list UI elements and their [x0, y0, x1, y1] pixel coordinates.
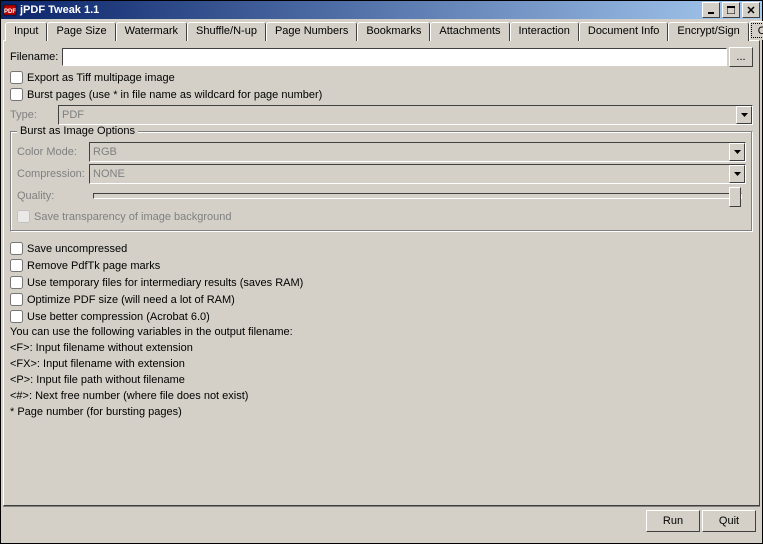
remove-pdftk-checkbox[interactable]: Remove PdfTk page marks — [10, 259, 753, 272]
compression-label: Compression: — [17, 168, 89, 180]
export-tiff-label: Export as Tiff multipage image — [27, 72, 175, 84]
filename-input[interactable] — [62, 48, 727, 66]
client-area: Input Page Size Watermark Shuffle/N-up P… — [1, 19, 762, 543]
type-select[interactable]: PDF — [58, 105, 753, 125]
compression-value: NONE — [93, 168, 125, 180]
export-tiff-checkbox[interactable]: Export as Tiff multipage image — [10, 71, 753, 84]
maximize-button[interactable] — [722, 2, 740, 18]
color-mode-row: Color Mode: RGB — [17, 142, 746, 162]
tab-input[interactable]: Input — [5, 22, 47, 41]
color-mode-select[interactable]: RGB — [89, 142, 746, 162]
burst-pages-label: Burst pages (use * in file name as wildc… — [27, 89, 322, 101]
minimize-button[interactable] — [702, 2, 720, 18]
browse-button[interactable]: ... — [729, 47, 753, 67]
tab-strip: Input Page Size Watermark Shuffle/N-up P… — [3, 21, 760, 40]
compression-select[interactable]: NONE — [89, 164, 746, 184]
type-row: Type: PDF — [10, 105, 753, 125]
titlebar: PDF jPDF Tweak 1.1 — [1, 1, 762, 19]
quit-button[interactable]: Quit — [702, 510, 756, 532]
save-transparency-label: Save transparency of image background — [34, 211, 232, 223]
burst-image-options-group: Burst as Image Options Color Mode: RGB C… — [10, 131, 753, 232]
filename-label: Filename: — [10, 51, 62, 63]
help-line: <F>: Input filename without extension — [10, 341, 753, 357]
tab-bookmarks[interactable]: Bookmarks — [357, 22, 430, 41]
better-compression-checkbox[interactable]: Use better compression (Acrobat 6.0) — [10, 310, 753, 323]
tab-watermark[interactable]: Watermark — [116, 22, 187, 41]
quality-label: Quality: — [17, 190, 89, 202]
optimize-checkbox[interactable]: Optimize PDF size (will need a lot of RA… — [10, 293, 753, 306]
help-line: <P>: Input file path without filename — [10, 373, 753, 389]
remove-pdftk-label: Remove PdfTk page marks — [27, 260, 160, 272]
burst-pages-checkbox[interactable]: Burst pages (use * in file name as wildc… — [10, 88, 753, 101]
compression-row: Compression: NONE — [17, 164, 746, 184]
save-uncompressed-checkbox[interactable]: Save uncompressed — [10, 242, 753, 255]
save-transparency-checkbox[interactable]: Save transparency of image background — [17, 210, 746, 223]
close-button[interactable] — [742, 2, 760, 18]
app-window: PDF jPDF Tweak 1.1 Input Page Size Water… — [0, 0, 763, 544]
type-label: Type: — [10, 109, 58, 121]
window-title: jPDF Tweak 1.1 — [20, 4, 702, 16]
tab-document-info[interactable]: Document Info — [579, 22, 669, 41]
help-text: You can use the following variables in t… — [10, 325, 753, 421]
svg-text:PDF: PDF — [4, 9, 16, 15]
burst-image-options-legend: Burst as Image Options — [17, 125, 138, 137]
use-temp-label: Use temporary files for intermediary res… — [27, 277, 303, 289]
app-icon: PDF — [3, 3, 17, 17]
use-temp-checkbox[interactable]: Use temporary files for intermediary res… — [10, 276, 753, 289]
save-uncompressed-label: Save uncompressed — [27, 243, 127, 255]
tab-encrypt-sign[interactable]: Encrypt/Sign — [668, 22, 748, 41]
chevron-down-icon — [736, 106, 752, 124]
slider-thumb[interactable] — [729, 187, 741, 207]
tab-output[interactable]: Output — [749, 21, 763, 40]
help-line: <#>: Next free number (where file does n… — [10, 389, 753, 405]
help-line: <FX>: Input filename with extension — [10, 357, 753, 373]
tab-attachments[interactable]: Attachments — [430, 22, 509, 41]
quality-slider[interactable] — [93, 193, 742, 199]
run-button[interactable]: Run — [646, 510, 700, 532]
chevron-down-icon — [729, 165, 745, 183]
tab-interaction[interactable]: Interaction — [510, 22, 579, 41]
help-line: You can use the following variables in t… — [10, 325, 753, 341]
tab-page-size[interactable]: Page Size — [47, 22, 115, 41]
quality-row: Quality: — [17, 190, 746, 202]
bottom-bar: Run Quit — [3, 506, 760, 541]
chevron-down-icon — [729, 143, 745, 161]
output-panel: Filename: ... Export as Tiff multipage i… — [3, 40, 760, 506]
color-mode-value: RGB — [93, 146, 117, 158]
help-line: * Page number (for bursting pages) — [10, 405, 753, 421]
tab-shuffle[interactable]: Shuffle/N-up — [187, 22, 266, 41]
optimize-label: Optimize PDF size (will need a lot of RA… — [27, 294, 235, 306]
type-value: PDF — [62, 109, 84, 121]
filename-row: Filename: ... — [10, 47, 753, 67]
tab-page-numbers[interactable]: Page Numbers — [266, 22, 357, 41]
color-mode-label: Color Mode: — [17, 146, 89, 158]
better-compression-label: Use better compression (Acrobat 6.0) — [27, 311, 210, 323]
